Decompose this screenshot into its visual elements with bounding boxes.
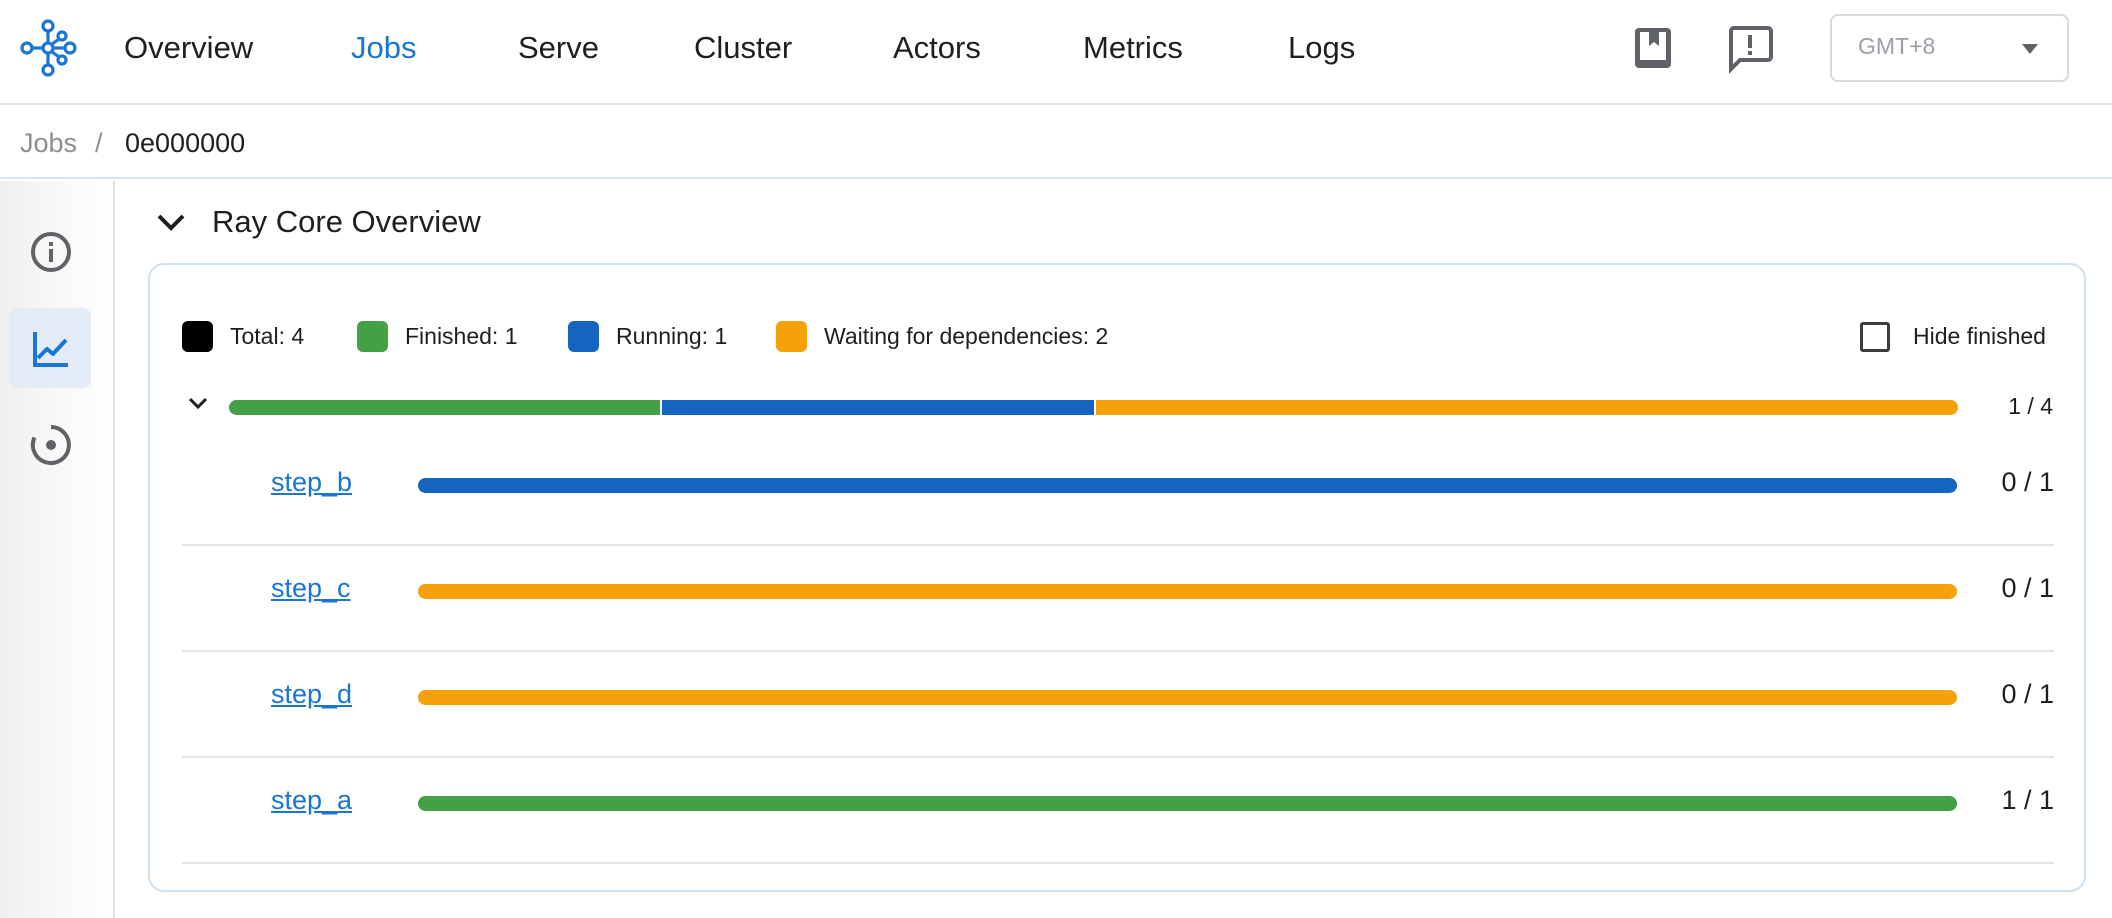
legend-label: Running: 1 <box>616 323 728 349</box>
top-nav: Overview Jobs Serve Cluster Actors Metri… <box>0 0 2112 105</box>
task-link[interactable]: step_d <box>271 679 352 710</box>
overall-progress-bar <box>229 400 1958 415</box>
timezone-select[interactable]: GMT+8 <box>1830 14 2069 82</box>
section-title: Ray Core Overview <box>212 204 481 239</box>
rail-info-button[interactable] <box>10 211 91 291</box>
feedback-icon[interactable] <box>1724 22 1776 74</box>
rail-target-button[interactable] <box>10 404 91 484</box>
progress-segment-finished <box>418 796 1957 811</box>
rail-overview-button[interactable] <box>10 308 91 388</box>
collapse-toggle-icon[interactable] <box>186 393 210 413</box>
nav-actors[interactable]: Actors <box>893 24 981 72</box>
nav-overview[interactable]: Overview <box>124 24 253 72</box>
progress-segment-waiting <box>418 690 1957 705</box>
progress-segment-running <box>418 478 1957 493</box>
legend-label: Waiting for dependencies: 2 <box>824 323 1109 349</box>
nav-metrics[interactable]: Metrics <box>1083 24 1183 72</box>
task-progress-bar <box>418 584 1957 599</box>
progress-segment-waiting <box>418 584 1957 599</box>
task-count: 0 / 1 <box>2001 467 2054 497</box>
task-link[interactable]: step_a <box>271 785 352 816</box>
target-icon <box>30 425 71 465</box>
task-count: 0 / 1 <box>2001 573 2054 603</box>
task-row: step_c 0 / 1 <box>182 546 2054 652</box>
breadcrumb-separator: / <box>95 128 103 158</box>
task-link[interactable]: step_b <box>271 467 352 498</box>
breadcrumb-current: 0e000000 <box>125 128 246 158</box>
legend-swatch <box>182 321 213 352</box>
legend-swatch <box>776 321 807 352</box>
overview-card: Total: 4 Finished: 1 Running: 1 Waiting … <box>148 263 2086 892</box>
task-row: step_a 1 / 1 <box>182 758 2054 864</box>
chart-line-icon <box>33 332 68 367</box>
legend-swatch <box>568 321 599 352</box>
checkbox-box[interactable] <box>1860 322 1890 352</box>
breadcrumb-jobs[interactable]: Jobs <box>20 127 77 159</box>
nav-jobs[interactable]: Jobs <box>351 24 416 72</box>
task-count: 1 / 1 <box>2001 785 2054 815</box>
nav-serve[interactable]: Serve <box>518 24 599 72</box>
hide-finished-label: Hide finished <box>1913 323 2046 349</box>
progress-segment-finished <box>229 400 663 415</box>
task-progress-bar <box>418 796 1957 811</box>
row-divider <box>182 862 2054 864</box>
caret-down-icon <box>2022 44 2038 54</box>
progress-segment-waiting <box>1095 400 1958 415</box>
timezone-value: GMT+8 <box>1858 33 1936 59</box>
task-count: 0 / 1 <box>2001 679 2054 709</box>
task-link[interactable]: step_c <box>271 573 351 604</box>
ray-logo-icon[interactable] <box>18 18 78 78</box>
legend-label: Finished: 1 <box>405 323 518 349</box>
info-icon <box>31 232 71 272</box>
overall-count: 1 / 4 <box>2008 393 2053 419</box>
chevron-down-icon <box>157 214 185 231</box>
task-progress-bar <box>418 478 1957 493</box>
task-row: step_b 0 / 1 <box>182 440 2054 546</box>
task-row: step_d 0 / 1 <box>182 652 2054 758</box>
nav-cluster[interactable]: Cluster <box>694 24 792 72</box>
nav-logs[interactable]: Logs <box>1288 24 1355 72</box>
progress-segment-running <box>662 400 1096 415</box>
docs-book-icon[interactable] <box>1629 22 1681 74</box>
breadcrumb: Jobs / 0e000000 <box>0 107 2112 179</box>
legend-swatch <box>357 321 388 352</box>
legend-label: Total: 4 <box>230 323 305 349</box>
side-rail <box>0 181 115 918</box>
task-progress-bar <box>418 690 1957 705</box>
